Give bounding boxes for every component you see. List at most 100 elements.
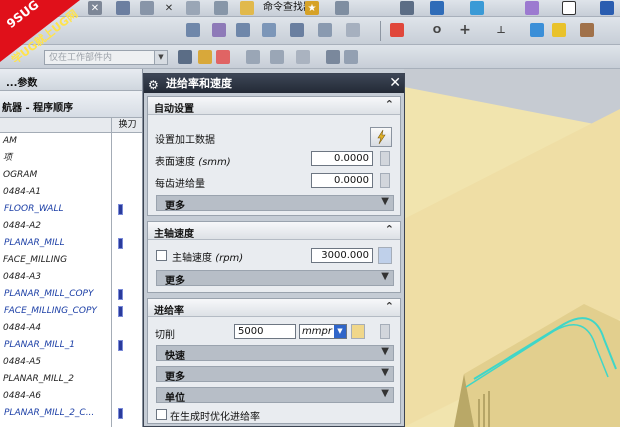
- tool-icon: [118, 204, 123, 215]
- spindle-speed-input[interactable]: 3000.000: [311, 248, 373, 263]
- auto-settings-section: 自动设置 ⌃ 设置加工数据 表面速度 (smm) 0.0000 每齿进给量 0.…: [147, 96, 401, 216]
- optimize-feed-checkbox[interactable]: [156, 409, 167, 420]
- navigator-row[interactable]: 0484-A1: [0, 184, 111, 201]
- navigator-row[interactable]: 0484-A2: [0, 218, 111, 235]
- spindle-more-label: 更多: [165, 276, 185, 287]
- feed-per-tooth-lock-button[interactable]: [380, 173, 390, 188]
- view-icon[interactable]: [430, 1, 444, 15]
- navigator-row[interactable]: OGRAM: [0, 167, 111, 184]
- gear-icon[interactable]: [178, 50, 192, 64]
- axis-icon[interactable]: ⊥: [494, 23, 508, 37]
- background-icon[interactable]: [562, 1, 576, 15]
- navigator-row[interactable]: FACE_MILLING_COPY: [0, 303, 111, 320]
- help-icon[interactable]: [600, 1, 614, 15]
- column-tool-change[interactable]: 换刀: [111, 118, 143, 133]
- units-expander[interactable]: 单位 ▼: [156, 387, 394, 404]
- spindle-more-expander[interactable]: 更多 ▼: [156, 270, 394, 287]
- cut-feed-unit-select[interactable]: mmpr ▼: [299, 324, 347, 339]
- redo-icon[interactable]: [214, 1, 228, 15]
- navigator-row[interactable]: 0484-A6: [0, 388, 111, 405]
- navigator-row[interactable]: PLANAR_MILL_2_C...: [0, 405, 111, 422]
- feedrate-header[interactable]: 进给率 ⌃: [148, 299, 400, 317]
- filter-icon[interactable]: [216, 50, 230, 64]
- navigator-row[interactable]: AM: [0, 133, 111, 150]
- gear-icon[interactable]: ⚙: [148, 76, 159, 95]
- view-orient-icon[interactable]: [344, 50, 358, 64]
- paste-icon[interactable]: [140, 1, 154, 15]
- rapid-label: 快速: [165, 351, 185, 362]
- create-method-icon[interactable]: [262, 23, 276, 37]
- copy-icon[interactable]: [116, 1, 130, 15]
- display-icon[interactable]: [470, 1, 484, 15]
- navigator-row[interactable]: PLANAR_MILL: [0, 235, 111, 252]
- collapse-icon[interactable]: ⌃: [385, 300, 394, 313]
- navigator-row[interactable]: FLOOR_WALL: [0, 201, 111, 218]
- navigator-row[interactable]: 0484-A5: [0, 354, 111, 371]
- show-hide-icon[interactable]: [326, 50, 340, 64]
- chevron-down-icon[interactable]: ▼: [154, 51, 167, 64]
- set-machining-data-label: 设置加工数据: [155, 135, 215, 146]
- box-select-icon[interactable]: [296, 50, 310, 64]
- optimize-feed-label: 在生成时优化进给率: [170, 412, 260, 423]
- close-icon[interactable]: ✕: [389, 74, 401, 93]
- plane-icon[interactable]: [530, 23, 544, 37]
- calculate-button[interactable]: [370, 127, 392, 147]
- analysis-icon[interactable]: [390, 23, 404, 37]
- spindle-header[interactable]: 主轴速度 ⌃: [148, 222, 400, 240]
- solid-icon[interactable]: [580, 23, 594, 37]
- lock-icon[interactable]: [351, 324, 365, 339]
- navigator-row[interactable]: 项: [0, 150, 111, 167]
- spindle-speed-checkbox[interactable]: [156, 250, 167, 261]
- undo-icon[interactable]: [186, 1, 200, 15]
- select-all-icon[interactable]: [270, 50, 284, 64]
- navigator-row[interactable]: FACE_MILLING: [0, 252, 111, 269]
- navigator-row[interactable]: 0484-A4: [0, 320, 111, 337]
- navigator-row[interactable]: 0484-A3: [0, 269, 111, 286]
- navigator-column-header: 换刀: [0, 118, 142, 133]
- render-icon[interactable]: [525, 1, 539, 15]
- create-operation-icon[interactable]: [290, 23, 304, 37]
- snap-icon[interactable]: [198, 50, 212, 64]
- create-tool-icon[interactable]: [212, 23, 226, 37]
- operation-navigator: ...参数 航器 - 程序顺序 换刀 AM 项 OGRAM 0484-A1 FLOOR_…: [0, 69, 143, 427]
- command-finder-icon[interactable]: [240, 1, 254, 15]
- surface-speed-input[interactable]: 0.0000: [311, 151, 373, 166]
- chevron-down-icon[interactable]: ▼: [334, 325, 346, 338]
- collapse-icon[interactable]: ⌃: [385, 223, 394, 236]
- coordinate-icon[interactable]: O: [430, 23, 444, 37]
- close-icon[interactable]: ✕: [88, 1, 102, 15]
- cut-feed-input[interactable]: 5000: [234, 324, 296, 339]
- point-icon[interactable]: +: [458, 22, 472, 38]
- auto-settings-header[interactable]: 自动设置 ⌃: [148, 97, 400, 115]
- units-label: 单位: [165, 393, 185, 404]
- cut-feed-option-button[interactable]: [380, 324, 390, 339]
- star-icon[interactable]: ★: [305, 1, 319, 15]
- generate-path-icon[interactable]: [318, 23, 332, 37]
- navigator-row[interactable]: PLANAR_MILL_COPY: [0, 286, 111, 303]
- select-icon[interactable]: [246, 50, 260, 64]
- navigator-row[interactable]: PLANAR_MILL_2: [0, 371, 111, 388]
- auto-more-expander[interactable]: 更多 ▼: [156, 195, 394, 212]
- csys-icon[interactable]: [552, 23, 566, 37]
- surface-speed-lock-button[interactable]: [380, 151, 390, 166]
- navigator-panel-title: ...参数: [0, 69, 142, 91]
- tool-icon: [118, 340, 123, 351]
- feedrate-title: 进给率: [154, 306, 184, 317]
- graphics-viewport[interactable]: [404, 69, 620, 427]
- dialog-title-bar[interactable]: ⚙ 进给率和速度 ✕: [144, 74, 404, 93]
- feed-per-tooth-input[interactable]: 0.0000: [311, 173, 373, 188]
- delete-icon[interactable]: ✕: [162, 1, 176, 15]
- navigator-row[interactable]: PLANAR_MILL_1: [0, 337, 111, 354]
- postprocess-icon[interactable]: [346, 23, 360, 37]
- spindle-table-button[interactable]: [378, 247, 392, 264]
- create-program-icon[interactable]: [186, 23, 200, 37]
- rapid-expander[interactable]: 快速 ▼: [156, 345, 394, 362]
- navigator-title: 航器 - 程序顺序: [0, 91, 142, 118]
- collapse-icon[interactable]: ⌃: [385, 98, 394, 111]
- layer-icon[interactable]: [400, 1, 414, 15]
- window-icon[interactable]: [335, 1, 349, 15]
- chevron-down-icon: ▼: [381, 346, 389, 357]
- create-geometry-icon[interactable]: [236, 23, 250, 37]
- feed-more-expander[interactable]: 更多 ▼: [156, 366, 394, 383]
- chevron-down-icon: ▼: [381, 367, 389, 378]
